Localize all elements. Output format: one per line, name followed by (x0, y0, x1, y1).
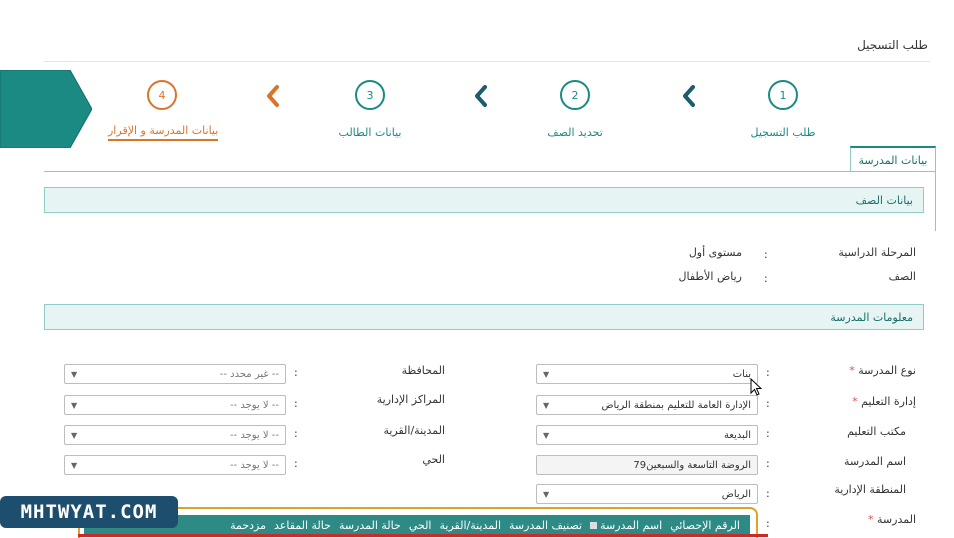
education-office-value: البديعة (723, 429, 751, 441)
school-label: المدرسة * (868, 513, 916, 526)
step-1-number: 1 (768, 80, 798, 110)
school-panel-header: معلومات المدرسة (44, 304, 924, 330)
grid-col-district[interactable]: الحي (409, 519, 432, 532)
required-mark: * (849, 364, 859, 377)
city-value: -- لا يوجد -- (229, 429, 279, 441)
chevron-left-icon (683, 85, 695, 107)
district-select[interactable]: -- لا يوجد -- ▼ (64, 455, 286, 475)
city-label: المدينة/القرية (383, 424, 445, 437)
education-dept-select[interactable]: الإدارة العامة للتعليم بمنطقة الرياض ▼ (536, 395, 758, 415)
colon: : (764, 272, 768, 285)
step-2-number: 2 (560, 80, 590, 110)
education-dept-label: إدارة التعليم * (852, 395, 916, 408)
colon: : (294, 457, 298, 470)
class-stage-value: مستوى أول (688, 246, 742, 259)
watermark-logo: MHTWYAT.COM (0, 496, 178, 528)
colon: : (764, 248, 768, 261)
school-type-label: نوع المدرسة * (849, 364, 916, 377)
grid-col-crowded[interactable]: مزدحمة (230, 519, 266, 532)
mouse-cursor-icon (750, 378, 762, 396)
admin-region-select[interactable]: الرياض ▼ (536, 484, 758, 504)
colon: : (766, 517, 770, 530)
dropdown-arrow-icon: ▼ (71, 460, 78, 470)
school-panel-title: معلومات المدرسة (830, 310, 913, 324)
school-type-value: بنات (732, 368, 751, 380)
step-4[interactable]: 4 (147, 80, 177, 110)
city-select[interactable]: -- لا يوجد -- ▼ (64, 425, 286, 445)
step-3-number: 3 (355, 80, 385, 110)
admin-centers-select[interactable]: -- لا يوجد -- ▼ (64, 395, 286, 415)
district-label: الحي (422, 453, 445, 466)
colon: : (766, 487, 770, 500)
step-2[interactable]: 2 (560, 80, 590, 110)
governorate-value: -- غير محدد -- (219, 368, 279, 380)
colon: : (766, 427, 770, 440)
tab-underline (44, 171, 936, 172)
required-mark: * (868, 513, 878, 526)
class-panel-title: بيانات الصف (855, 193, 913, 207)
step-2-label[interactable]: تحديد الصف (525, 126, 625, 139)
step-3[interactable]: 3 (355, 80, 385, 110)
admin-region-value: الرياض (721, 488, 751, 500)
tab-right-border (935, 171, 936, 231)
left-arrow-tab (0, 70, 92, 148)
page-title: طلب التسجيل (857, 38, 928, 52)
grid-col-school-status[interactable]: حالة المدرسة (339, 519, 401, 532)
school-grid-header: الرقم الإحصائي اسم المدرسة تصنيف المدرسة… (84, 515, 750, 535)
governorate-select[interactable]: -- غير محدد -- ▼ (64, 364, 286, 384)
colon: : (294, 427, 298, 440)
admin-centers-value: -- لا يوجد -- (229, 399, 279, 411)
dropdown-arrow-icon: ▼ (71, 369, 78, 379)
dropdown-arrow-icon: ▼ (71, 430, 78, 440)
dropdown-arrow-icon: ▼ (71, 400, 78, 410)
admin-centers-label: المراكز الإدارية (376, 393, 445, 406)
grid-col-city[interactable]: المدينة/القرية (440, 519, 502, 532)
dropdown-arrow-icon: ▼ (543, 369, 550, 379)
chevron-left-icon (267, 85, 279, 107)
tab-school-data[interactable]: بيانات المدرسة (850, 146, 936, 172)
colon: : (294, 366, 298, 379)
colon: : (766, 457, 770, 470)
grid-col-seats-status[interactable]: حالة المقاعد (274, 519, 331, 532)
school-type-select[interactable]: بنات ▼ (536, 364, 758, 384)
education-dept-value: الإدارة العامة للتعليم بمنطقة الرياض (601, 399, 751, 411)
colon: : (766, 397, 770, 410)
grid-col-school-name[interactable]: اسم المدرسة (590, 519, 662, 532)
class-panel-header: بيانات الصف (44, 187, 924, 213)
grid-col-classification[interactable]: تصنيف المدرسة (509, 519, 582, 532)
grid-col-stat-number[interactable]: الرقم الإحصائي (670, 519, 740, 532)
required-mark: * (852, 395, 862, 408)
dropdown-arrow-icon: ▼ (543, 430, 550, 440)
step-1[interactable]: 1 (768, 80, 798, 110)
step-3-label[interactable]: بيانات الطالب (320, 126, 420, 139)
school-name-label: اسم المدرسة (843, 455, 906, 468)
school-name-value: الروضة التاسعة والسبعين79 (633, 459, 751, 471)
dropdown-arrow-icon: ▼ (543, 489, 550, 499)
step-4-label[interactable]: بيانات المدرسة و الإقرار (108, 124, 219, 141)
watermark-text: MHTWYAT.COM (20, 501, 158, 523)
chevron-left-icon (475, 85, 487, 107)
dropdown-arrow-icon: ▼ (543, 400, 550, 410)
class-stage-label: المرحلة الدراسية (838, 246, 916, 259)
district-value: -- لا يوجد -- (229, 459, 279, 471)
step-1-label[interactable]: طلب التسجيل (735, 126, 831, 139)
class-grade-value: رياض الأطفال (678, 270, 742, 283)
education-office-label: مكتب التعليم (847, 425, 906, 438)
colon: : (294, 397, 298, 410)
colon: : (766, 366, 770, 379)
red-underline (78, 534, 768, 537)
governorate-label: المحافظة (401, 364, 445, 377)
page-header: طلب التسجيل (44, 32, 930, 62)
class-grade-label: الصف (888, 270, 916, 283)
school-name-input[interactable]: الروضة التاسعة والسبعين79 (536, 455, 758, 475)
step-4-number: 4 (147, 80, 177, 110)
education-office-select[interactable]: البديعة ▼ (536, 425, 758, 445)
admin-region-label: المنطقة الإدارية (834, 483, 906, 496)
